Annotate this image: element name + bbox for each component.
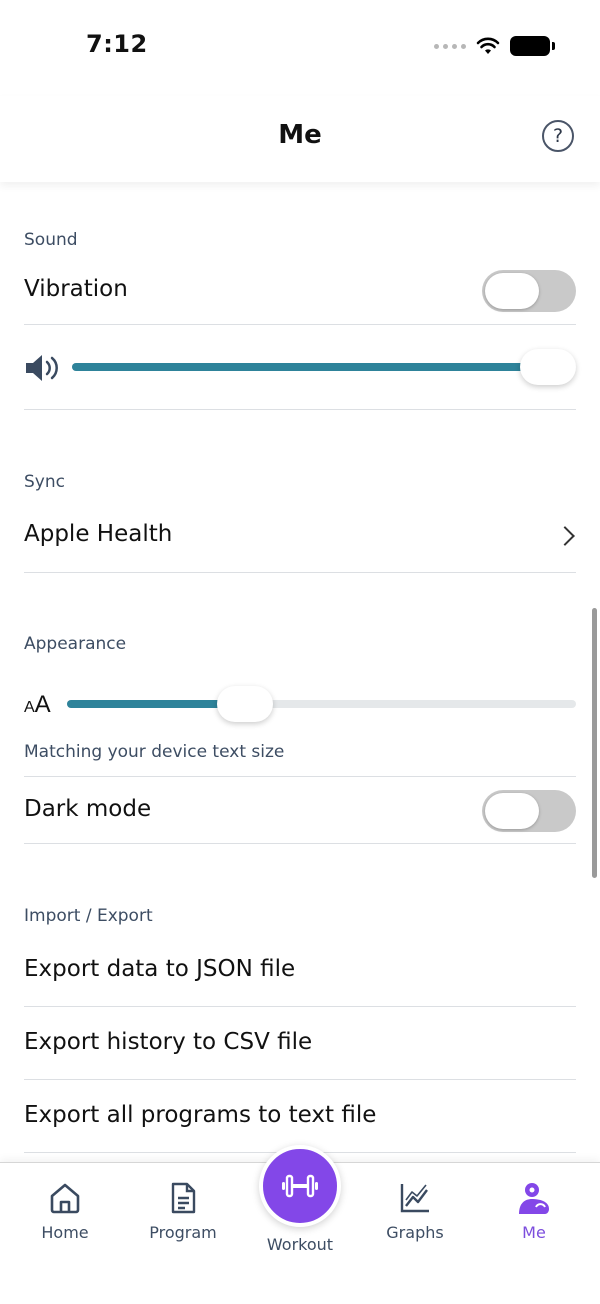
volume-thumb[interactable] xyxy=(520,349,576,385)
apple-health-label[interactable]: Apple Health xyxy=(24,521,172,547)
profile-icon xyxy=(519,1183,549,1214)
tab-label: Me xyxy=(522,1223,546,1242)
tab-label: Graphs xyxy=(386,1223,444,1242)
chevron-right-icon[interactable] xyxy=(555,526,575,546)
tab-program[interactable]: Program xyxy=(123,1181,243,1242)
divider xyxy=(24,324,576,325)
document-icon xyxy=(171,1182,196,1214)
vibration-toggle[interactable] xyxy=(482,270,576,312)
wifi-icon xyxy=(476,37,500,54)
graph-icon xyxy=(400,1184,429,1213)
export-json-item[interactable]: Export data to JSON file xyxy=(24,956,295,982)
dumbbell-icon xyxy=(282,1174,318,1198)
workout-button[interactable] xyxy=(259,1145,341,1227)
status-bar: 7:12 xyxy=(0,0,600,96)
status-icons xyxy=(434,36,555,56)
divider xyxy=(24,1006,576,1007)
text-size-icon: AA xyxy=(24,691,51,718)
text-size-fill xyxy=(67,700,237,708)
volume-slider[interactable] xyxy=(72,349,576,385)
nav-header: Me ? xyxy=(0,96,600,182)
tab-label-workout[interactable]: Workout xyxy=(240,1235,360,1254)
divider xyxy=(24,1079,576,1080)
dark-mode-label: Dark mode xyxy=(24,796,152,822)
tab-home[interactable]: Home xyxy=(5,1181,125,1242)
tab-label: Home xyxy=(41,1223,89,1242)
section-label-sound: Sound xyxy=(24,230,78,250)
tab-me[interactable]: Me xyxy=(474,1181,594,1242)
battery-icon xyxy=(510,36,555,56)
text-size-slider[interactable] xyxy=(67,686,576,722)
status-time: 7:12 xyxy=(86,30,148,58)
section-label-appearance: Appearance xyxy=(24,634,127,654)
volume-fill xyxy=(72,363,552,371)
dark-mode-toggle[interactable] xyxy=(482,790,576,832)
section-label-sync: Sync xyxy=(24,472,65,492)
export-csv-item[interactable]: Export history to CSV file xyxy=(24,1029,312,1055)
vibration-label: Vibration xyxy=(24,276,128,302)
help-button[interactable]: ? xyxy=(542,120,574,152)
toggle-knob xyxy=(485,793,539,829)
divider xyxy=(24,572,576,573)
divider xyxy=(24,409,576,410)
export-programs-item[interactable]: Export all programs to text file xyxy=(24,1102,376,1128)
page-title: Me xyxy=(278,120,322,150)
signal-icon xyxy=(434,43,466,49)
text-size-thumb[interactable] xyxy=(217,686,273,722)
toggle-knob xyxy=(485,273,539,309)
scrollbar[interactable] xyxy=(592,608,597,878)
tab-label: Program xyxy=(149,1223,217,1242)
speaker-icon xyxy=(26,355,58,381)
text-size-caption: Matching your device text size xyxy=(24,742,285,762)
divider xyxy=(24,843,576,844)
tab-graphs[interactable]: Graphs xyxy=(355,1181,475,1242)
tab-bar: Home Program Workout Graphs Me xyxy=(0,1145,600,1304)
section-label-import-export: Import / Export xyxy=(24,906,153,926)
divider xyxy=(24,776,576,777)
home-icon xyxy=(50,1183,80,1214)
